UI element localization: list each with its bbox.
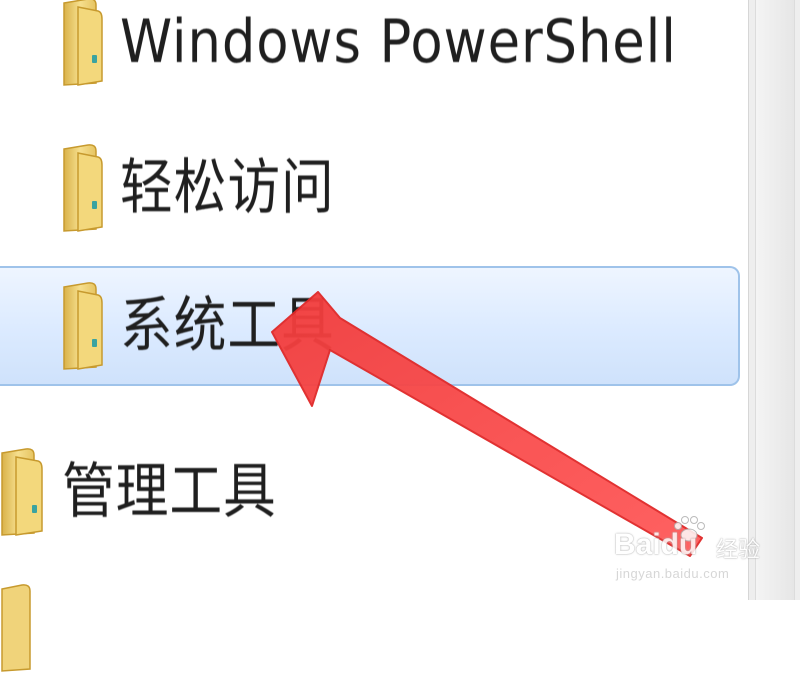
watermark-name: 经验	[716, 538, 761, 563]
folder-icon	[63, 0, 103, 86]
folder-icon	[63, 282, 103, 370]
menu-item-windows-powershell[interactable]: Windows PowerShell	[58, 0, 748, 102]
baidu-jingyan-watermark: Baidu 经验 jingyan.baidu.com	[612, 516, 762, 588]
scrollbar-thumb[interactable]	[755, 0, 795, 600]
folder-icon	[63, 144, 103, 232]
menu-item-label: 管理工具	[62, 457, 277, 527]
watermark-brand: Baidu	[614, 528, 698, 561]
menu-item-label: 系统工具	[120, 291, 335, 361]
program-list: Windows PowerShell 轻松访问 系统工具 管理工具	[0, 0, 748, 672]
folder-icon	[1, 584, 31, 672]
menu-item-label: Windows PowerShell	[120, 7, 677, 77]
menu-item-ease-of-access[interactable]: 轻松访问	[58, 128, 748, 248]
menu-item-label: 轻松访问	[120, 153, 335, 223]
watermark-url: jingyan.baidu.com	[616, 566, 730, 581]
vertical-scrollbar[interactable]	[748, 0, 800, 600]
folder-icon	[1, 448, 43, 536]
menu-item-system-tools[interactable]: 系统工具	[0, 266, 740, 386]
